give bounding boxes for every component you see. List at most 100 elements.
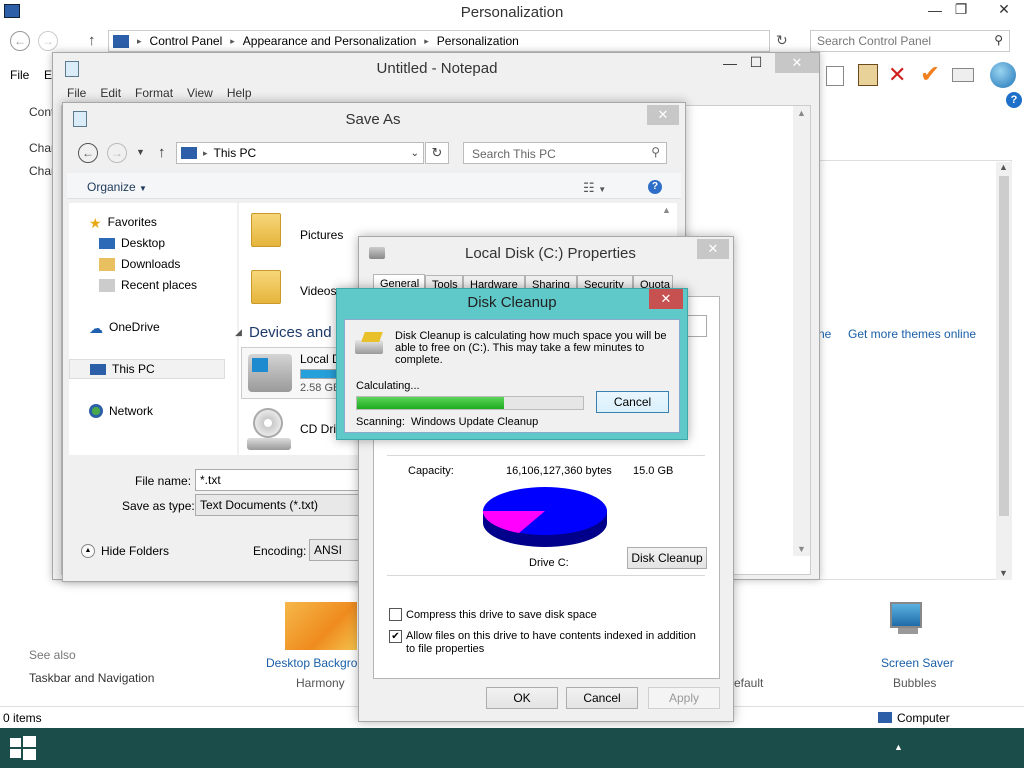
apply-button[interactable]: Apply: [648, 687, 720, 709]
nav-up-icon[interactable]: ↑: [88, 32, 96, 49]
disk-cleanup-button[interactable]: Disk Cleanup: [627, 547, 707, 569]
compress-checkbox[interactable]: [389, 608, 402, 621]
view-options-icon[interactable]: ☷ ▼: [583, 180, 606, 196]
save-as-address-bar[interactable]: ▸ This PC ⌄: [176, 142, 424, 164]
properties-close-button[interactable]: ✕: [697, 239, 729, 259]
save-as-forward-icon[interactable]: →: [107, 143, 127, 163]
ok-label: OK: [513, 691, 531, 705]
disk-cleanup-body: Disk Cleanup is calculating how much spa…: [344, 319, 680, 433]
nav-downloads[interactable]: Downloads: [99, 257, 180, 271]
save-as-refresh-icon[interactable]: ↻: [425, 142, 449, 164]
notepad-menu-format[interactable]: Format: [135, 86, 173, 100]
search-this-pc-input[interactable]: Search This PC ⚲: [463, 142, 667, 164]
checkmark-icon[interactable]: ✔: [920, 60, 940, 89]
notepad-maximize-button[interactable]: ☐: [741, 54, 771, 71]
save-as-close-button[interactable]: ✕: [647, 105, 679, 125]
notepad-menu-bar: File Edit Format View Help: [67, 86, 252, 100]
desktop-background-image[interactable]: [285, 602, 357, 650]
save-as-type-value: Text Documents (*.txt): [200, 498, 319, 512]
breadcrumb-personalization[interactable]: Personalization: [437, 34, 519, 48]
compress-option[interactable]: Compress this drive to save disk space: [389, 608, 597, 621]
hide-folders-label: Hide Folders: [101, 544, 170, 558]
refresh-icon[interactable]: ↻: [776, 32, 788, 49]
recent-locations-icon[interactable]: ▼: [136, 147, 145, 157]
ok-button[interactable]: OK: [486, 687, 558, 709]
calculating-label: Calculating...: [356, 380, 420, 392]
get-themes-partial[interactable]: ne: [818, 327, 831, 341]
save-as-location[interactable]: This PC: [214, 146, 257, 160]
hide-folders-button[interactable]: ▲ Hide Folders: [81, 544, 169, 558]
notepad-scrollbar[interactable]: ▲ ▼: [793, 106, 810, 556]
help-icon[interactable]: ?: [1006, 92, 1022, 108]
themes-scrollbar[interactable]: ▲ ▼: [996, 162, 1012, 580]
notepad-scroll-down-icon[interactable]: ▼: [797, 544, 806, 554]
left-link-control-panel[interactable]: Cont: [29, 105, 54, 119]
search-control-panel-input[interactable]: Search Control Panel ⚲: [810, 30, 1010, 52]
videos-folder-icon[interactable]: [251, 270, 281, 304]
nav-desktop-label: Desktop: [121, 236, 166, 250]
file-name-label: File name:: [135, 474, 192, 488]
notepad-close-button[interactable]: ✕: [775, 53, 819, 73]
breadcrumb-appearance[interactable]: Appearance and Personalization: [243, 34, 416, 48]
notepad-menu-help[interactable]: Help: [227, 86, 252, 100]
properties-cancel-button[interactable]: Cancel: [566, 687, 638, 709]
folder-videos[interactable]: Videos: [300, 284, 336, 298]
nav-this-pc[interactable]: This PC: [69, 359, 225, 379]
save-as-back-icon[interactable]: ←: [78, 143, 98, 163]
address-dropdown-icon[interactable]: ⌄: [411, 148, 419, 159]
nav-onedrive[interactable]: ☁ OneDrive: [89, 320, 160, 336]
save-as-help-icon[interactable]: ?: [648, 180, 662, 194]
disk-cleanup-icon: [355, 332, 387, 354]
notepad-menu-view[interactable]: View: [187, 86, 213, 100]
nav-recent-places[interactable]: Recent places: [99, 278, 197, 292]
copy-icon[interactable]: [826, 66, 844, 86]
nav-back-icon[interactable]: ←: [10, 31, 30, 51]
notepad-scroll-up-icon[interactable]: ▲: [797, 108, 806, 118]
get-themes-link[interactable]: Get more themes online: [848, 327, 976, 341]
rename-icon[interactable]: [952, 68, 974, 82]
compress-label: Compress this drive to save disk space: [406, 608, 597, 621]
globe-icon[interactable]: [990, 62, 1016, 88]
breadcrumb-sep-icon: ▸: [137, 35, 142, 46]
menu-file[interactable]: File: [10, 68, 29, 82]
cleanup-cancel-button[interactable]: Cancel: [596, 391, 669, 413]
notification-arrow-icon[interactable]: ▲: [894, 742, 903, 752]
folder-pictures[interactable]: Pictures: [300, 228, 343, 242]
start-button[interactable]: [10, 736, 36, 760]
nav-desktop[interactable]: Desktop: [99, 236, 165, 250]
save-as-up-icon[interactable]: ↑: [158, 144, 166, 161]
scroll-down-icon[interactable]: ▼: [999, 568, 1008, 578]
index-option[interactable]: ✔ Allow files on this drive to have conte…: [389, 630, 707, 656]
scroll-thumb[interactable]: [999, 176, 1009, 516]
notepad-menu-edit[interactable]: Edit: [100, 86, 121, 100]
nav-network[interactable]: Network: [89, 404, 153, 418]
collapse-arrow-icon[interactable]: ◢: [235, 327, 242, 338]
nav-favorites[interactable]: ★ Favorites: [89, 215, 157, 231]
paste-icon[interactable]: [858, 64, 878, 86]
nav-forward-icon[interactable]: →: [38, 31, 58, 51]
delete-icon[interactable]: ✕: [888, 62, 906, 88]
properties-cancel-label: Cancel: [583, 691, 621, 705]
close-button[interactable]: ✕: [984, 1, 1024, 18]
see-also-label: See also: [29, 648, 76, 662]
disk-cleanup-dialog: Disk Cleanup ✕ Disk Cleanup is calculati…: [336, 288, 688, 440]
file-name-input[interactable]: *.txt: [195, 469, 375, 491]
pictures-folder-icon[interactable]: [251, 213, 281, 247]
address-bar[interactable]: ▸ Control Panel ▸ Appearance and Persona…: [108, 30, 770, 52]
screen-saver-icon[interactable]: [890, 602, 930, 646]
screen-saver-link[interactable]: Screen Saver: [881, 656, 954, 670]
organize-button[interactable]: Organize ▼: [87, 180, 147, 194]
breadcrumb-control-panel[interactable]: Control Panel: [150, 34, 223, 48]
cd-drive-icon[interactable]: [247, 408, 291, 452]
save-as-scroll-up-icon[interactable]: ▲: [662, 205, 671, 215]
index-checkbox[interactable]: ✔: [389, 630, 402, 643]
nav-onedrive-label: OneDrive: [109, 320, 160, 334]
taskbar-navigation-link[interactable]: Taskbar and Navigation: [29, 671, 154, 685]
notepad-menu-file[interactable]: File: [67, 86, 86, 100]
disk-cleanup-close-button[interactable]: ✕: [649, 289, 683, 309]
scroll-up-icon[interactable]: ▲: [999, 162, 1008, 172]
save-as-type-select[interactable]: Text Documents (*.txt): [195, 494, 375, 516]
search-placeholder: Search Control Panel: [817, 34, 932, 48]
desktop-background-link[interactable]: Desktop Backgrou: [266, 656, 364, 670]
maximize-button[interactable]: ❐: [946, 1, 976, 18]
